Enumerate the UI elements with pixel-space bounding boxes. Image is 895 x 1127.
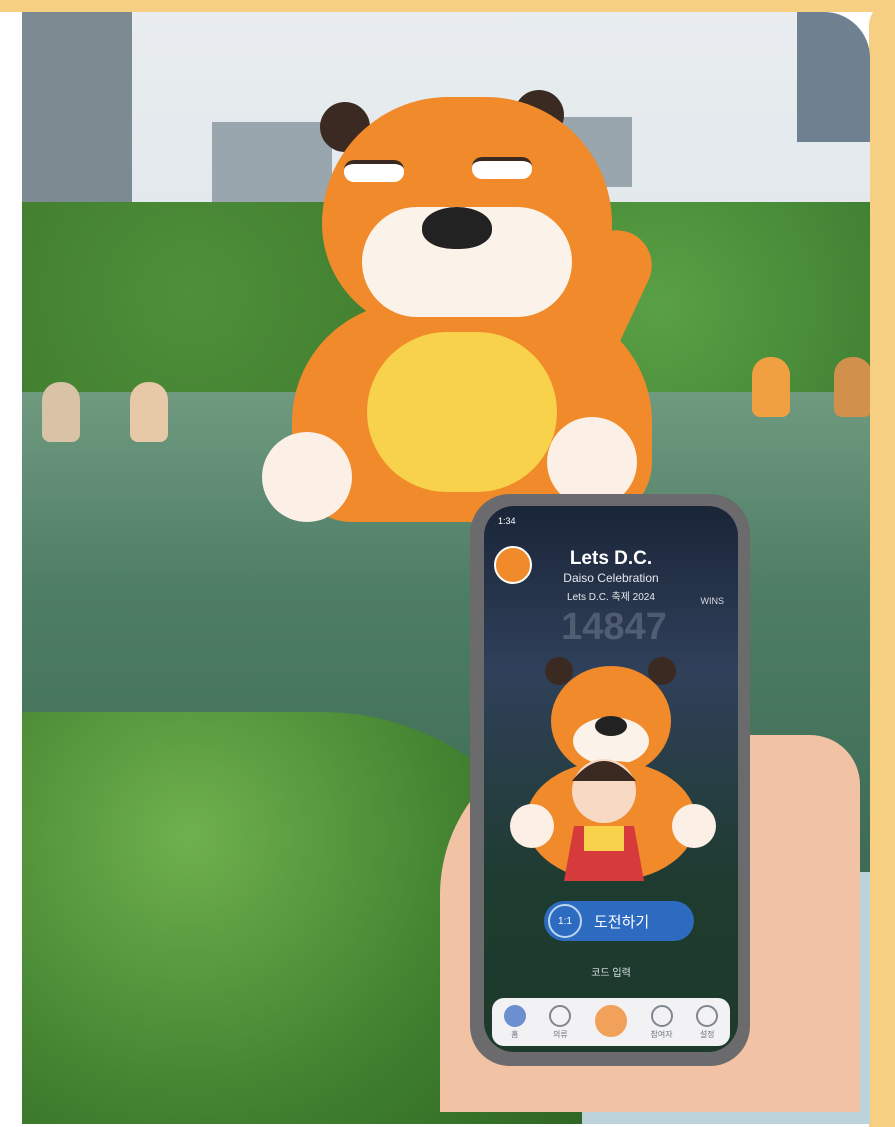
photo-frame: 1:34 Lets D.C. Daiso Celebration Lets D.… bbox=[0, 0, 895, 1127]
app-subtitle: Daiso Celebration bbox=[563, 571, 659, 585]
building bbox=[797, 12, 870, 142]
tab-bar: 홈 의류 참여자 설정 bbox=[492, 998, 730, 1046]
tab-center[interactable] bbox=[594, 1005, 627, 1039]
tiger-paw bbox=[262, 432, 352, 522]
tiger-nose bbox=[422, 207, 492, 249]
code-entry-link[interactable]: 코드 입력 bbox=[484, 964, 738, 979]
home-icon bbox=[503, 1004, 526, 1027]
mascot-illustration bbox=[510, 657, 716, 881]
frame-right-border bbox=[869, 0, 895, 1127]
mascot-figure bbox=[834, 357, 870, 417]
one-on-one-icon: 1:1 bbox=[548, 904, 582, 938]
challenge-button[interactable]: 1:1 도전하기 bbox=[544, 901, 694, 941]
mascot-figure bbox=[130, 382, 168, 442]
tiger-belly bbox=[367, 332, 557, 492]
gear-icon bbox=[696, 1004, 719, 1027]
status-time: 1:34 bbox=[498, 516, 516, 526]
tiger-eye bbox=[472, 157, 532, 179]
app-title: Lets D.C. bbox=[569, 548, 653, 569]
building bbox=[22, 12, 132, 222]
building bbox=[212, 122, 332, 212]
person-icon bbox=[650, 1004, 673, 1027]
frame-top-border bbox=[0, 0, 895, 12]
shirt-icon bbox=[549, 1004, 572, 1027]
tab-settings[interactable]: 설정 bbox=[696, 1004, 719, 1040]
tiger-eye bbox=[344, 160, 404, 182]
mascot-figure bbox=[42, 382, 80, 442]
challenge-button-label: 도전하기 bbox=[594, 913, 650, 931]
tab-clothing[interactable]: 의류 bbox=[549, 1004, 572, 1040]
tab-home[interactable]: 홈 bbox=[503, 1004, 526, 1040]
tab-participants[interactable]: 참여자 bbox=[650, 1004, 673, 1040]
wins-label: WINS bbox=[700, 596, 725, 606]
mascot-figure bbox=[752, 357, 790, 417]
phone-screen: 1:34 Lets D.C. Daiso Celebration Lets D.… bbox=[484, 506, 738, 1052]
center-badge-icon bbox=[594, 1005, 627, 1037]
